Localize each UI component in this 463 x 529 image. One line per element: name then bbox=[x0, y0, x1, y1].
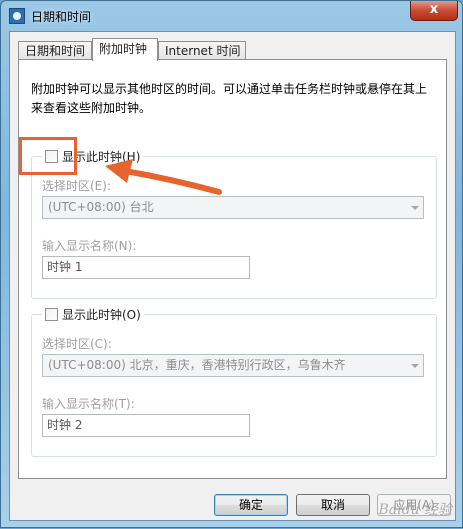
tab-additional-clocks[interactable]: 附加时钟 bbox=[92, 38, 158, 61]
dialog-window: 日期和时间 x 日期和时间 附加时钟 Internet 时间 附加时钟可以显示其… bbox=[0, 0, 463, 528]
annotation-arrow-icon bbox=[105, 159, 222, 195]
watermark-text: Baidu 经验 bbox=[378, 502, 452, 518]
